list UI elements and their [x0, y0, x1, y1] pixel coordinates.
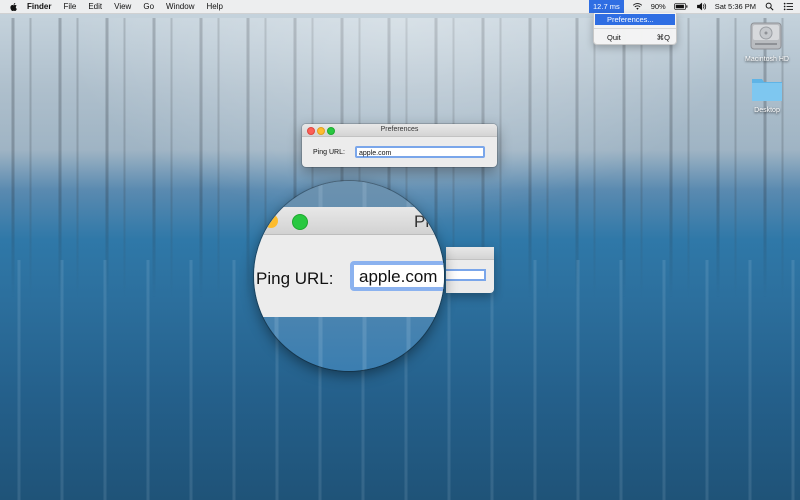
ping-url-field-partial [446, 269, 486, 281]
magnified-ping-label: Ping URL: [256, 269, 334, 288]
menu-file[interactable]: File [57, 2, 82, 11]
window-titlebar [446, 247, 494, 260]
menu-app-name[interactable]: Finder [21, 2, 57, 11]
ping-url-field[interactable]: apple.com [355, 146, 485, 158]
desktop-icon-label: Desktop [754, 107, 780, 114]
menu-item-label: Preferences... [607, 15, 654, 24]
wifi-icon[interactable] [632, 2, 643, 11]
clock[interactable]: Sat 5:36 PM [715, 2, 756, 11]
zoom-icon [292, 214, 308, 230]
menu-item-shortcut: ⌘Q [656, 33, 670, 42]
menu-item-preferences[interactable]: Preferences... [595, 14, 675, 25]
apple-icon[interactable] [9, 2, 19, 12]
volume-icon[interactable] [696, 2, 707, 11]
minimize-icon[interactable] [317, 127, 325, 135]
magnified-ping-field: apple.com [350, 261, 444, 291]
menu-item-label: Quit [607, 33, 621, 42]
magnified-window: Pr Ping URL: apple.com [254, 207, 444, 317]
close-icon[interactable] [307, 127, 315, 135]
desktop-icon-macintosh-hd[interactable]: Macintosh HD [737, 20, 797, 66]
magnified-titlebar: Pr [254, 207, 444, 235]
battery-icon[interactable] [673, 2, 688, 11]
ping-dropdown-menu: Preferences... Quit ⌘Q [593, 13, 677, 45]
menu-bar: Finder File Edit View Go Window Help 12.… [0, 0, 800, 14]
hard-drive-icon [750, 22, 782, 50]
battery-percent[interactable]: 90% [651, 2, 666, 11]
minimize-icon [264, 214, 278, 228]
menu-window[interactable]: Window [160, 2, 200, 11]
ping-url-label: Ping URL: [313, 149, 345, 156]
magnified-title: Pr [414, 212, 431, 231]
preferences-window: Preferences Ping URL: apple.com [302, 124, 497, 167]
preferences-window-shadow [446, 247, 494, 293]
window-title: Preferences [380, 126, 419, 133]
menu-help[interactable]: Help [200, 2, 228, 11]
menu-go[interactable]: Go [137, 2, 160, 11]
magnifier-lens: Pr Ping URL: apple.com [254, 181, 444, 371]
menu-item-quit[interactable]: Quit ⌘Q [595, 32, 675, 43]
list-icon[interactable] [783, 2, 794, 11]
search-icon[interactable] [764, 2, 775, 11]
ping-menu-extra[interactable]: 12.7 ms [589, 0, 624, 13]
menu-edit[interactable]: Edit [82, 2, 108, 11]
desktop-icon-desktop[interactable]: Desktop [737, 76, 797, 116]
window-titlebar[interactable]: Preferences [302, 124, 497, 137]
menu-view[interactable]: View [108, 2, 137, 11]
desktop-icon-label: Macintosh HD [745, 56, 789, 63]
menu-separator [594, 28, 676, 29]
zoom-icon[interactable] [327, 127, 335, 135]
folder-icon [752, 79, 782, 101]
